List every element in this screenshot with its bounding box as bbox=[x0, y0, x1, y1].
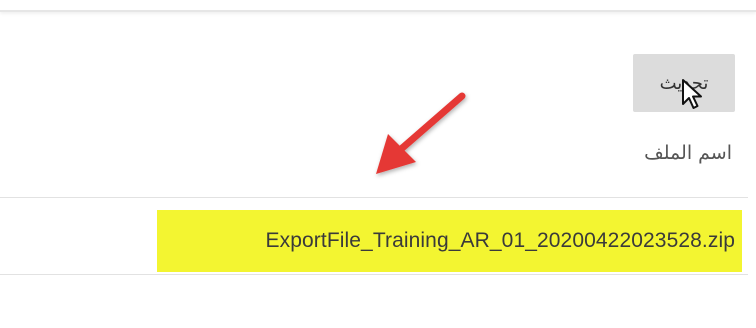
file-row-highlight: ExportFile_Training_AR_01_20200422023528… bbox=[157, 210, 742, 272]
file-name-column-header: اسم الملف bbox=[644, 142, 732, 164]
row-divider bbox=[0, 197, 748, 198]
row-divider bbox=[0, 274, 748, 275]
mouse-pointer-icon bbox=[682, 79, 702, 109]
top-divider bbox=[0, 0, 756, 12]
annotation-arrow-icon bbox=[376, 92, 466, 174]
file-name-link[interactable]: ExportFile_Training_AR_01_20200422023528… bbox=[266, 229, 735, 253]
